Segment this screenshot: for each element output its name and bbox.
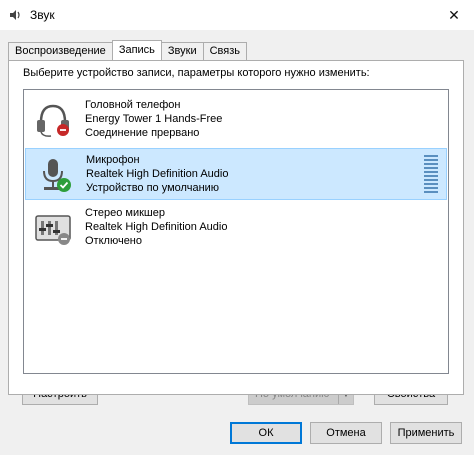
device-name: Микрофон xyxy=(86,154,140,166)
level-meter xyxy=(424,155,438,195)
sound-dialog: Звук ✕ Воспроизведение Запись Звуки Связ… xyxy=(0,0,474,455)
device-list[interactable]: Головной телефон Energy Tower 1 Hands-Fr… xyxy=(23,89,449,374)
device-driver: Realtek High Definition Audio xyxy=(85,221,228,233)
device-item-stereo-mixer[interactable]: Стерео микшер Realtek High Definition Au… xyxy=(25,202,447,254)
apply-button[interactable]: Применить xyxy=(390,422,462,444)
device-driver: Realtek High Definition Audio xyxy=(86,168,229,180)
device-status: Устройство по умолчанию xyxy=(86,182,220,194)
device-item-microphone[interactable]: Микрофон Realtek High Definition Audio У… xyxy=(25,148,447,200)
device-status: Отключено xyxy=(85,235,142,247)
stereo-mixer-icon xyxy=(35,215,71,245)
headset-icon xyxy=(37,104,69,137)
close-icon: ✕ xyxy=(448,6,460,23)
device-name: Стерео микшер xyxy=(85,207,165,219)
device-status: Соединение прервано xyxy=(85,127,200,139)
dialog-body: Воспроизведение Запись Звуки Связь Выбер… xyxy=(0,30,474,455)
speaker-icon xyxy=(10,10,20,20)
recording-panel: Выберите устройство записи, параметры ко… xyxy=(8,60,464,395)
tab-sounds[interactable]: Звуки xyxy=(160,42,204,60)
tab-strip: Воспроизведение Запись Звуки Связь xyxy=(8,40,248,60)
title-bar: Звук ✕ xyxy=(0,0,474,30)
device-driver: Energy Tower 1 Hands-Free xyxy=(85,113,223,125)
cancel-button[interactable]: Отмена xyxy=(310,422,382,444)
microphone-icon xyxy=(43,159,71,192)
instruction-text: Выберите устройство записи, параметры ко… xyxy=(23,67,370,79)
device-item-headset[interactable]: Головной телефон Energy Tower 1 Hands-Fr… xyxy=(25,94,447,146)
tab-recording[interactable]: Запись xyxy=(111,40,162,60)
ok-button[interactable]: ОК xyxy=(230,422,302,444)
window-title: Звук xyxy=(30,8,55,22)
tab-playback[interactable]: Воспроизведение xyxy=(8,42,113,60)
close-button[interactable]: ✕ xyxy=(442,4,466,26)
tab-communications[interactable]: Связь xyxy=(202,42,248,60)
device-name: Головной телефон xyxy=(85,99,181,111)
